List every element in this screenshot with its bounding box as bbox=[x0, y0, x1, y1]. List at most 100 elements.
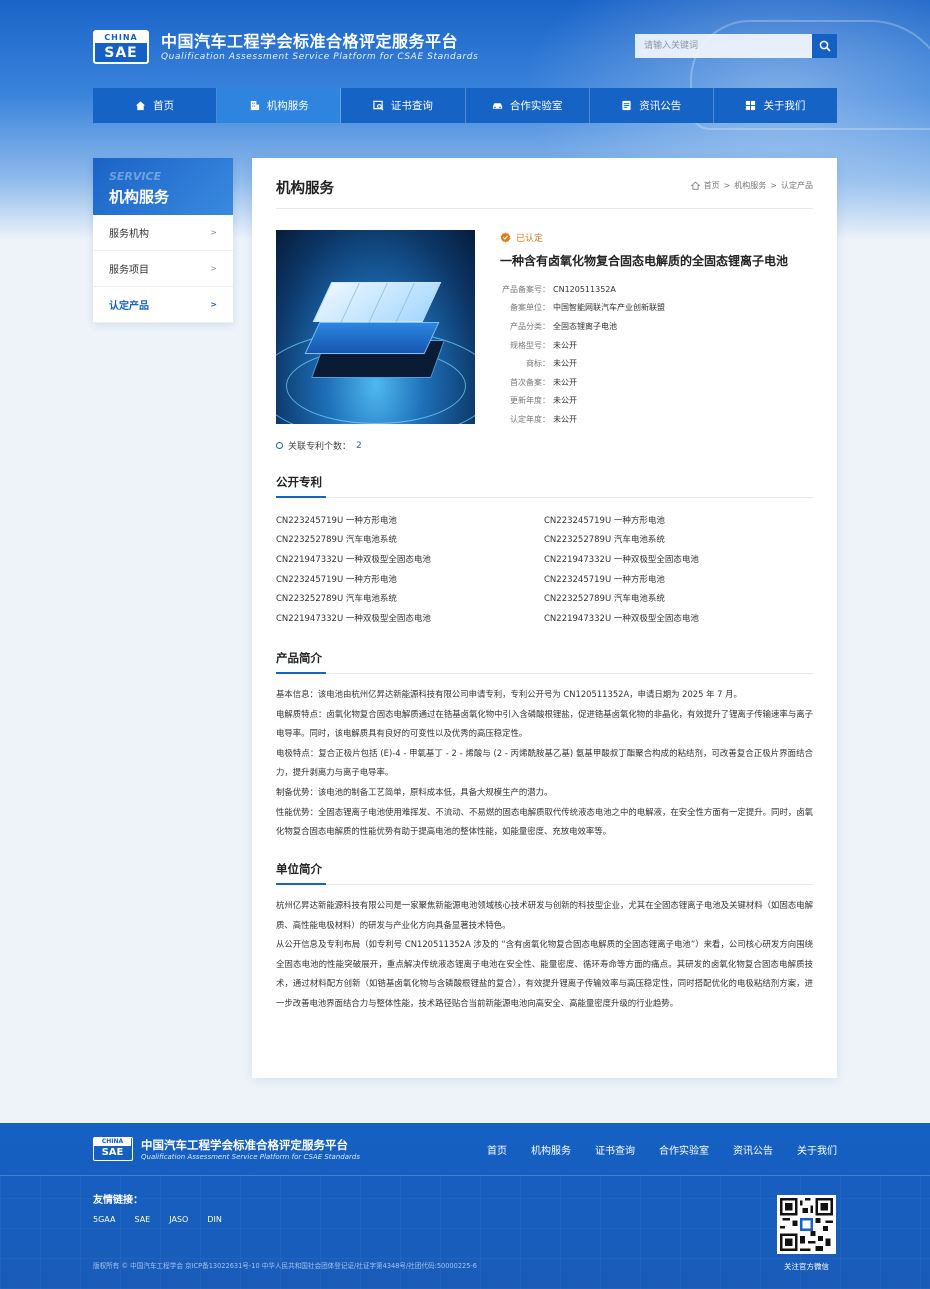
sidebar-title: 机构服务 bbox=[109, 188, 170, 206]
sidebar-item-certified-products[interactable]: 认定产品 > bbox=[93, 287, 233, 323]
patent-link[interactable]: CN223252789U 汽车电池系统 bbox=[544, 588, 812, 608]
chevron-right-icon: > bbox=[210, 300, 217, 309]
patent-link[interactable]: CN223245719U 一种方形电池 bbox=[544, 569, 812, 589]
info-key: 更新年度： bbox=[510, 396, 550, 406]
info-key: 规格型号： bbox=[510, 340, 550, 350]
product-name: 一种含有卤氧化物复合固态电解质的全固态锂离子电池 bbox=[500, 254, 789, 268]
certificate-search-icon bbox=[373, 100, 384, 111]
company-intro-text: 杭州亿昇达新能源科技有限公司是一家聚焦新能源电池领域核心技术研发与创新的科技型企… bbox=[276, 896, 813, 1014]
info-value: 未公开 bbox=[553, 396, 577, 406]
nav-item-services[interactable]: 机构服务 bbox=[217, 88, 342, 123]
section-title-company: 单位简介 bbox=[276, 862, 322, 876]
home-icon bbox=[135, 101, 146, 111]
patent-link[interactable]: CN221947332U 一种双极型全固态电池 bbox=[544, 549, 812, 569]
news-icon bbox=[622, 100, 631, 111]
info-row: 认定年度： 未公开 bbox=[500, 410, 665, 429]
sidebar-item-projects[interactable]: 服务项目 > bbox=[93, 251, 233, 287]
status-badge: 已认定 bbox=[500, 231, 543, 244]
patent-link[interactable]: CN223252789U 汽车电池系统 bbox=[276, 530, 544, 550]
info-value: 中国智能网联汽车产业创新联盟 bbox=[553, 303, 665, 313]
footer-nav-services[interactable]: 机构服务 bbox=[531, 1142, 571, 1157]
sidebar-title-en: SERVICE bbox=[109, 170, 162, 183]
friendly-link[interactable]: JASO bbox=[169, 1215, 188, 1224]
search-button[interactable] bbox=[812, 34, 837, 58]
patent-link[interactable]: CN221947332U 一种双极型全固态电池 bbox=[276, 608, 544, 628]
info-value: 全固态锂离子电池 bbox=[553, 321, 617, 331]
related-count[interactable]: 2 bbox=[356, 441, 362, 451]
info-value: 未公开 bbox=[553, 359, 577, 369]
footer-nav-about[interactable]: 关于我们 bbox=[797, 1142, 837, 1157]
section-title-intro: 产品简介 bbox=[276, 651, 322, 665]
home-icon bbox=[690, 181, 700, 190]
patent-link[interactable]: CN223252789U 汽车电池系统 bbox=[544, 530, 812, 550]
sidebar-header: SERVICE 机构服务 bbox=[93, 158, 233, 215]
logo-sae-text: SAE bbox=[104, 45, 138, 61]
building-icon bbox=[250, 100, 259, 111]
footer-nav-news[interactable]: 资讯公告 bbox=[733, 1142, 773, 1157]
nav-label: 证书查询 bbox=[390, 100, 433, 112]
site-title: 中国汽车工程学会标准合格评定服务平台 bbox=[161, 32, 459, 51]
info-row: 产品分类： 全固态锂离子电池 bbox=[500, 317, 665, 336]
friendly-link[interactable]: 5GAA bbox=[93, 1215, 115, 1224]
wechat-qr-code bbox=[777, 1195, 836, 1254]
info-row: 更新年度： 未公开 bbox=[500, 392, 665, 411]
sidebar-item-label: 认定产品 bbox=[109, 301, 149, 312]
nav-label: 首页 bbox=[153, 100, 175, 112]
info-row: 产品备案号： CN120511352A bbox=[500, 280, 665, 299]
footer-nav-certificate-query[interactable]: 证书查询 bbox=[595, 1142, 635, 1157]
footer-nav: 首页 机构服务 证书查询 合作实验室 资讯公告 关于我们 bbox=[487, 1142, 837, 1157]
patent-link[interactable]: CN223245719U 一种方形电池 bbox=[276, 510, 544, 530]
footer-logo-sae-text: SAE bbox=[101, 1147, 124, 1158]
logo-china-text: CHINA bbox=[95, 32, 147, 43]
section-divider bbox=[276, 673, 813, 674]
footer-nav-labs[interactable]: 合作实验室 bbox=[659, 1142, 709, 1157]
info-key: 首次备案： bbox=[510, 377, 550, 387]
intro-paragraph: 电解质特点：卤氧化物复合固态电解质通过在锆基卤氧化物中引入含磷酸根锂盐，促进锆基… bbox=[276, 708, 813, 739]
info-key: 产品分类： bbox=[510, 321, 550, 331]
footer-nav-home[interactable]: 首页 bbox=[487, 1142, 507, 1157]
breadcrumb-current: 认定产品 bbox=[781, 181, 813, 190]
sidebar-item-label: 服务项目 bbox=[109, 265, 149, 276]
qr-label: 关注官方微信 bbox=[784, 1262, 829, 1271]
grid-icon bbox=[746, 100, 756, 111]
friendly-link[interactable]: SAE bbox=[134, 1215, 150, 1224]
sidebar: SERVICE 机构服务 服务机构 > 服务项目 > 认定产品 > bbox=[93, 158, 233, 323]
nav-item-news[interactable]: 资讯公告 bbox=[590, 88, 714, 123]
patent-link[interactable]: CN223252789U 汽车电池系统 bbox=[276, 588, 544, 608]
info-row: 首次备案： 未公开 bbox=[500, 373, 665, 392]
divider bbox=[276, 208, 813, 209]
intro-paragraph: 制备优势：该电池的制备工艺简单，原料成本低，具备大规模生产的潜力。 bbox=[276, 786, 553, 797]
intro-paragraph: 电极特点：复合正极片包括 (E)-4 - 甲氧基丁 - 2 - 烯酸与 (2 -… bbox=[276, 747, 813, 778]
footer-logo[interactable]: CHINA SAE bbox=[93, 1137, 133, 1161]
nav-item-about[interactable]: 关于我们 bbox=[714, 88, 837, 123]
friendly-link[interactable]: DIN bbox=[207, 1215, 222, 1224]
friendly-links-title: 友情链接： bbox=[93, 1195, 143, 1206]
image-battery-top bbox=[312, 282, 442, 323]
chevron-right-icon: > bbox=[210, 228, 217, 237]
section-title-patents: 公开专利 bbox=[276, 475, 322, 489]
breadcrumb-link-services[interactable]: 机构服务 bbox=[734, 180, 766, 191]
sidebar-item-institutions[interactable]: 服务机构 > bbox=[93, 215, 233, 251]
section-underline bbox=[276, 672, 326, 674]
info-key: 认定年度： bbox=[510, 414, 550, 424]
main-nav: 首页 机构服务 证书查询 合作实验室 资讯公告 关于我们 bbox=[93, 88, 837, 123]
patent-link[interactable]: CN221947332U 一种双极型全固态电池 bbox=[544, 608, 812, 628]
search-input[interactable] bbox=[635, 34, 812, 58]
breadcrumb-separator: > bbox=[723, 181, 731, 190]
info-value: 未公开 bbox=[553, 377, 577, 387]
info-row: 备案单位： 中国智能网联汽车产业创新联盟 bbox=[500, 299, 665, 318]
site-logo[interactable]: CHINA SAE bbox=[93, 30, 149, 64]
info-key: 商标： bbox=[526, 359, 550, 369]
info-value: 未公开 bbox=[553, 340, 577, 350]
patent-link[interactable]: CN221947332U 一种双极型全固态电池 bbox=[276, 549, 544, 569]
breadcrumb-link-home[interactable]: 首页 bbox=[704, 180, 720, 191]
nav-item-certificate-query[interactable]: 证书查询 bbox=[341, 88, 466, 123]
car-icon bbox=[492, 103, 502, 109]
info-value: CN120511352A bbox=[553, 284, 616, 294]
patent-link[interactable]: CN223245719U 一种方形电池 bbox=[276, 569, 544, 589]
nav-item-home[interactable]: 首页 bbox=[93, 88, 218, 123]
related-label: 关联专利个数： bbox=[288, 442, 352, 452]
nav-item-labs[interactable]: 合作实验室 bbox=[466, 88, 590, 123]
footer-divider bbox=[0, 1175, 930, 1176]
patent-link[interactable]: CN223245719U 一种方形电池 bbox=[544, 510, 812, 530]
